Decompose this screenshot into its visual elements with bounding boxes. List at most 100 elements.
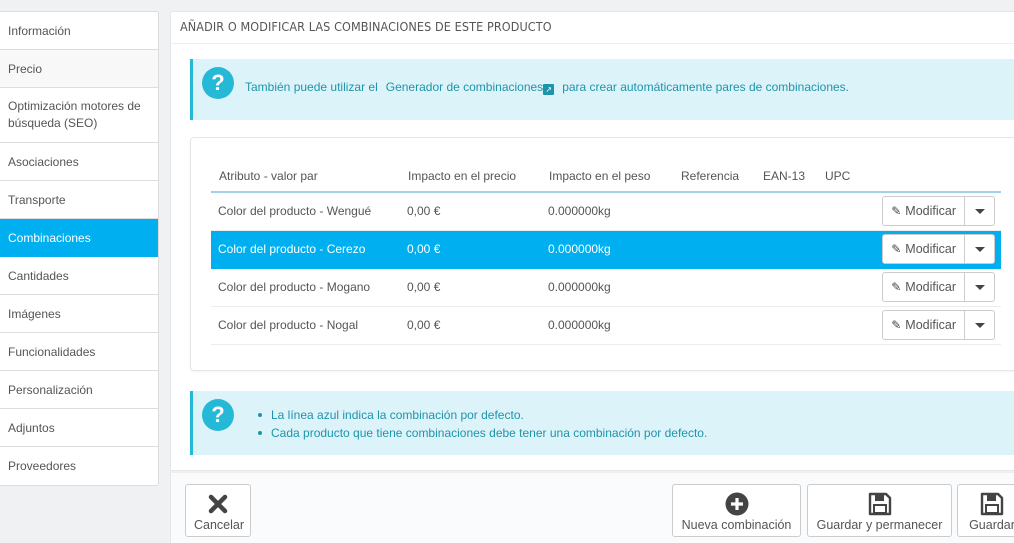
- cell-upc: [817, 192, 867, 231]
- pencil-icon: ✎: [891, 242, 902, 256]
- edit-button-label: Modificar: [905, 242, 956, 256]
- cell-attribute: Color del producto - Mogano: [211, 268, 400, 307]
- table-row[interactable]: Color del producto - Nogal 0,00 € 0.0000…: [211, 306, 1001, 345]
- sidebar-item-imagenes[interactable]: Imágenes: [0, 295, 158, 333]
- edit-combination-button[interactable]: ✎ Modificar: [882, 310, 965, 340]
- row-actions-dropdown-toggle[interactable]: [965, 234, 995, 264]
- cell-ean13: [755, 268, 817, 307]
- cell-price-impact: 0,00 €: [400, 268, 541, 307]
- col-header-upc: UPC: [817, 161, 867, 193]
- row-actions-group: ✎ Modificar: [882, 196, 995, 227]
- info-list-item: La línea azul indica la combinación por …: [257, 406, 707, 424]
- combinations-panel: Añadir o modificar las combinaciones de …: [170, 11, 1014, 471]
- table-row-default[interactable]: Color del producto - Cerezo 0,00 € 0.000…: [211, 230, 1001, 269]
- info-text-after: para crear automáticamente pares de comb…: [562, 80, 850, 94]
- col-header-weight-impact: Impacto en el peso: [541, 161, 673, 193]
- cell-ean13: [755, 230, 817, 269]
- edit-button-label: Modificar: [905, 204, 956, 219]
- generator-info-alert: ? También puede utilizar el Generador de …: [190, 59, 1014, 120]
- cell-attribute: Color del producto - Nogal: [211, 306, 400, 345]
- new-combination-label: Nueva combinación: [681, 518, 792, 532]
- cell-upc: [817, 306, 867, 345]
- row-actions-group: ✎ Modificar: [882, 234, 995, 264]
- close-icon: [208, 494, 228, 514]
- cell-ean13: [755, 192, 817, 231]
- save-button[interactable]: Guardar: [957, 484, 1014, 537]
- edit-combination-button[interactable]: ✎ Modificar: [882, 272, 965, 302]
- sidebar-item-personalizacion[interactable]: Personalización: [0, 371, 158, 409]
- cell-reference: [673, 306, 755, 345]
- cell-actions: ✎ Modificar: [867, 306, 1001, 345]
- plus-circle-icon: [725, 492, 748, 516]
- row-actions-dropdown-toggle[interactable]: [965, 272, 995, 302]
- save-and-stay-button[interactable]: Guardar y permanecer: [807, 484, 952, 537]
- pencil-icon: ✎: [891, 318, 902, 332]
- default-combination-info-alert: ? La línea azul indica la combinación po…: [190, 391, 1014, 455]
- pencil-icon: ✎: [891, 280, 902, 294]
- row-actions-group: ✎ Modificar: [882, 272, 995, 302]
- product-tabs-sidebar: Información Precio Optimización motores …: [0, 11, 159, 486]
- cell-weight-impact: 0.000000kg: [541, 192, 673, 231]
- edit-button-label: Modificar: [905, 280, 956, 294]
- cancel-button-label: Cancelar: [194, 518, 245, 532]
- floppy-disk-icon: [868, 492, 891, 516]
- cell-reference: [673, 268, 755, 307]
- floppy-disk-icon: [980, 492, 1004, 516]
- sidebar-item-transporte[interactable]: Transporte: [0, 181, 158, 219]
- cell-price-impact: 0,00 €: [400, 306, 541, 345]
- cell-ean13: [755, 306, 817, 345]
- generator-info-text: También puede utilizar el Generador de co…: [245, 80, 849, 95]
- external-link-icon: ↗: [543, 84, 555, 95]
- question-icon: ?: [202, 67, 234, 99]
- cell-price-impact: 0,00 €: [400, 192, 541, 231]
- cell-reference: [673, 192, 755, 231]
- cell-attribute: Color del producto - Cerezo: [211, 230, 400, 269]
- cell-actions: ✎ Modificar: [867, 268, 1001, 307]
- cell-attribute: Color del producto - Wengué: [211, 192, 400, 231]
- cell-upc: [817, 230, 867, 269]
- sidebar-item-proveedores[interactable]: Proveedores: [0, 447, 158, 485]
- cell-weight-impact: 0.000000kg: [541, 306, 673, 345]
- col-header-ean13: EAN-13: [755, 161, 817, 193]
- col-header-price-impact: Impacto en el precio: [400, 161, 541, 193]
- cell-weight-impact: 0.000000kg: [541, 230, 673, 269]
- combinations-table-panel: Atributo - valor par Impacto en el preci…: [190, 137, 1014, 371]
- row-actions-dropdown-toggle[interactable]: [965, 196, 995, 227]
- sidebar-item-informacion[interactable]: Información: [0, 12, 158, 50]
- cell-reference: [673, 230, 755, 269]
- combinations-table: Atributo - valor par Impacto en el preci…: [211, 161, 1001, 345]
- col-header-reference: Referencia: [673, 161, 755, 193]
- info-list-item: Cada producto que tiene combinaciones de…: [257, 426, 708, 440]
- combination-generator-link-label: Generador de combinaciones: [385, 80, 544, 94]
- cell-upc: [817, 268, 867, 307]
- sidebar-item-funcionalidades[interactable]: Funcionalidades: [0, 333, 158, 371]
- edit-combination-button[interactable]: ✎ Modificar: [882, 234, 965, 264]
- sidebar-item-adjuntos[interactable]: Adjuntos: [0, 409, 158, 447]
- info-list: La línea azul indica la combinación por …: [257, 406, 708, 442]
- save-button-label: Guardar: [969, 518, 1014, 532]
- edit-combination-button[interactable]: ✎ Modificar: [882, 196, 965, 227]
- sidebar-item-asociaciones[interactable]: Asociaciones: [0, 143, 158, 181]
- info-text-before: También puede utilizar el: [245, 80, 378, 94]
- cell-actions: ✎ Modificar: [867, 192, 1001, 231]
- sidebar-item-precio[interactable]: Precio: [0, 50, 158, 88]
- question-icon: ?: [202, 399, 234, 431]
- pencil-icon: ✎: [891, 204, 902, 219]
- cell-weight-impact: 0.000000kg: [541, 268, 673, 307]
- sidebar-item-seo[interactable]: Optimización motores de búsqueda (SEO): [0, 88, 158, 143]
- new-combination-button[interactable]: Nueva combinación: [672, 484, 801, 537]
- sidebar-item-cantidades[interactable]: Cantidades: [0, 257, 158, 295]
- panel-title: Añadir o modificar las combinaciones de …: [171, 12, 1014, 44]
- row-actions-dropdown-toggle[interactable]: [965, 310, 995, 340]
- save-and-stay-label: Guardar y permanecer: [816, 518, 943, 532]
- panel-footer: Cancelar Nueva combinación Guardar y per…: [170, 472, 1014, 543]
- table-row[interactable]: Color del producto - Mogano 0,00 € 0.000…: [211, 268, 1001, 307]
- cancel-button[interactable]: Cancelar: [185, 484, 251, 537]
- cell-actions: ✎ Modificar: [867, 230, 1001, 269]
- table-header-row: Atributo - valor par Impacto en el preci…: [211, 161, 1001, 193]
- col-header-attribute: Atributo - valor par: [211, 161, 400, 193]
- combination-generator-link[interactable]: Generador de combinaciones ↗: [385, 80, 555, 95]
- table-row[interactable]: Color del producto - Wengué 0,00 € 0.000…: [211, 192, 1001, 231]
- sidebar-item-combinaciones[interactable]: Combinaciones: [0, 219, 158, 257]
- cell-price-impact: 0,00 €: [400, 230, 541, 269]
